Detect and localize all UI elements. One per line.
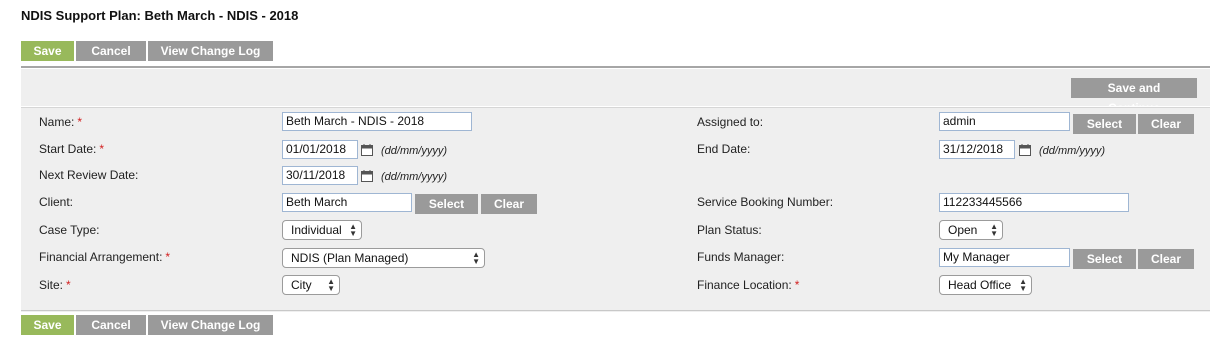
calendar-icon[interactable] — [1019, 144, 1031, 156]
separator — [21, 66, 1210, 68]
view-change-log-button[interactable]: View Change Log — [148, 315, 273, 335]
client-label: Client: — [39, 195, 74, 209]
separator — [21, 310, 1210, 311]
finance-location-value: Head Office — [948, 278, 1012, 292]
updown-arrows-icon: ▲ ▼ — [327, 277, 335, 293]
finance-location-label: Finance Location: * — [697, 278, 800, 292]
cancel-button[interactable]: Cancel — [76, 315, 146, 335]
date-format-hint: (dd/mm/yyyy) — [381, 171, 447, 183]
service-booking-number-label: Service Booking Number: — [697, 195, 834, 209]
top-toolbar: Save Cancel View Change Log — [21, 41, 273, 61]
funds-manager-input[interactable]: My Manager — [939, 248, 1070, 267]
plan-status-value: Open — [948, 223, 978, 237]
name-label: Name: * — [39, 115, 83, 129]
assigned-to-input[interactable]: admin — [939, 112, 1070, 131]
case-type-select[interactable]: Individual ▲ ▼ — [282, 220, 362, 240]
site-value: City — [291, 278, 312, 292]
view-change-log-button[interactable]: View Change Log — [148, 41, 273, 61]
calendar-icon[interactable] — [361, 144, 373, 156]
date-format-hint: (dd/mm/yyyy) — [381, 145, 447, 157]
funds-manager-clear-button[interactable]: Clear — [1138, 249, 1194, 269]
end-date-input[interactable]: 31/12/2018 — [939, 140, 1015, 159]
updown-arrows-icon: ▲ ▼ — [472, 250, 480, 266]
funds-manager-select-button[interactable]: Select — [1073, 249, 1136, 269]
service-booking-number-input[interactable]: 112233445566 — [939, 193, 1129, 212]
page-title: NDIS Support Plan: Beth March - NDIS - 2… — [21, 8, 299, 23]
financial-arrangement-value: NDIS (Plan Managed) — [291, 251, 409, 265]
start-date-input[interactable]: 01/01/2018 — [282, 140, 358, 159]
next-review-date-input[interactable]: 30/11/2018 — [282, 166, 358, 185]
site-select[interactable]: City ▲ ▼ — [282, 275, 340, 295]
name-input[interactable]: Beth March - NDIS - 2018 — [282, 112, 472, 131]
next-review-date-label: Next Review Date: — [39, 168, 139, 182]
date-format-hint: (dd/mm/yyyy) — [1039, 145, 1105, 157]
finance-location-select[interactable]: Head Office ▲ ▼ — [939, 275, 1032, 295]
cancel-button[interactable]: Cancel — [76, 41, 146, 61]
updown-arrows-icon: ▲ ▼ — [349, 222, 357, 238]
save-and-continue-button[interactable]: Save and Continue — [1071, 78, 1197, 115]
end-date-label: End Date: — [697, 142, 751, 156]
start-date-label: Start Date: * — [39, 142, 105, 156]
funds-manager-label: Funds Manager: — [697, 250, 785, 264]
client-input[interactable]: Beth March — [282, 193, 412, 212]
save-continue-bar: Save and Continue — [21, 69, 1210, 115]
save-button[interactable]: Save — [21, 41, 74, 61]
site-label: Site: * — [39, 278, 71, 292]
assigned-to-select-button[interactable]: Select — [1073, 114, 1136, 134]
updown-arrows-icon: ▲ ▼ — [1019, 277, 1027, 293]
financial-arrangement-label: Financial Arrangement: * — [39, 250, 171, 264]
bottom-toolbar: Save Cancel View Change Log — [21, 315, 273, 335]
plan-status-select[interactable]: Open ▲ ▼ — [939, 220, 1003, 240]
case-type-value: Individual — [291, 223, 342, 237]
calendar-icon[interactable] — [361, 170, 373, 182]
updown-arrows-icon: ▲ ▼ — [990, 222, 998, 238]
plan-form: Name: * Beth March - NDIS - 2018 Start Da… — [21, 107, 1210, 312]
save-button[interactable]: Save — [21, 315, 74, 335]
client-select-button[interactable]: Select — [415, 194, 478, 214]
client-clear-button[interactable]: Clear — [481, 194, 537, 214]
assigned-to-label: Assigned to: — [697, 115, 764, 129]
case-type-label: Case Type: — [39, 223, 100, 237]
financial-arrangement-select[interactable]: NDIS (Plan Managed) ▲ ▼ — [282, 248, 485, 268]
assigned-to-clear-button[interactable]: Clear — [1138, 114, 1194, 134]
plan-status-label: Plan Status: — [697, 223, 762, 237]
